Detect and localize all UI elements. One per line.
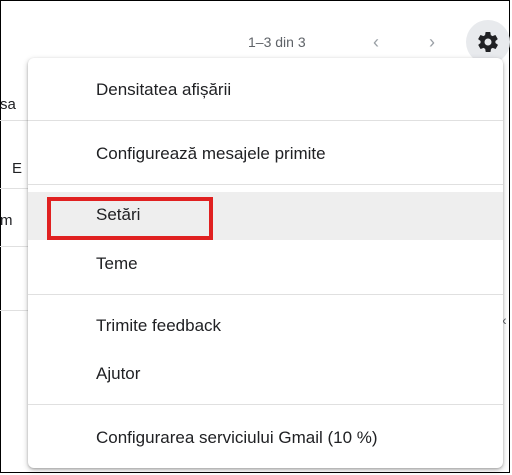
menu-item-send-feedback[interactable]: Trimite feedback bbox=[28, 316, 503, 340]
menu-item-help[interactable]: Ajutor bbox=[28, 364, 503, 388]
menu-divider bbox=[28, 404, 503, 405]
menu-item-configure-inbox[interactable]: Configurează mesajele primite bbox=[28, 144, 503, 168]
previous-page-button[interactable]: ‹ bbox=[362, 28, 390, 56]
menu-item-themes[interactable]: Teme bbox=[28, 254, 503, 278]
background-divider bbox=[0, 310, 28, 311]
menu-item-label: Teme bbox=[96, 254, 138, 273]
background-divider bbox=[0, 188, 28, 189]
menu-item-label: Configurează mesajele primite bbox=[96, 144, 326, 163]
pagination-text: 1–3 din 3 bbox=[248, 34, 306, 50]
menu-divider bbox=[28, 184, 503, 185]
background-divider bbox=[0, 246, 28, 247]
chevron-left-icon: ‹ bbox=[373, 31, 379, 52]
annotation-highlight-box bbox=[47, 197, 213, 240]
menu-item-gmail-setup[interactable]: Configurarea serviciului Gmail (10 %) bbox=[28, 428, 503, 452]
background-snippet: m bbox=[0, 212, 13, 229]
menu-item-label: Ajutor bbox=[96, 364, 141, 383]
menu-item-label: Trimite feedback bbox=[96, 316, 222, 335]
menu-item-display-density[interactable]: Densitatea afișării bbox=[28, 80, 503, 104]
background-snippet: sa bbox=[0, 96, 16, 113]
menu-divider bbox=[28, 120, 503, 121]
menu-item-label: Densitatea afișării bbox=[96, 80, 232, 99]
gear-icon bbox=[478, 31, 498, 53]
settings-menu: Densitatea afișării Configurează mesajel… bbox=[28, 58, 503, 468]
background-divider bbox=[0, 120, 28, 121]
background-snippet: E bbox=[12, 160, 23, 177]
menu-item-label: Configurarea serviciului Gmail (10 %) bbox=[96, 428, 378, 447]
chevron-right-icon: › bbox=[429, 31, 435, 52]
menu-divider bbox=[28, 294, 503, 295]
next-page-button[interactable]: › bbox=[418, 28, 446, 56]
